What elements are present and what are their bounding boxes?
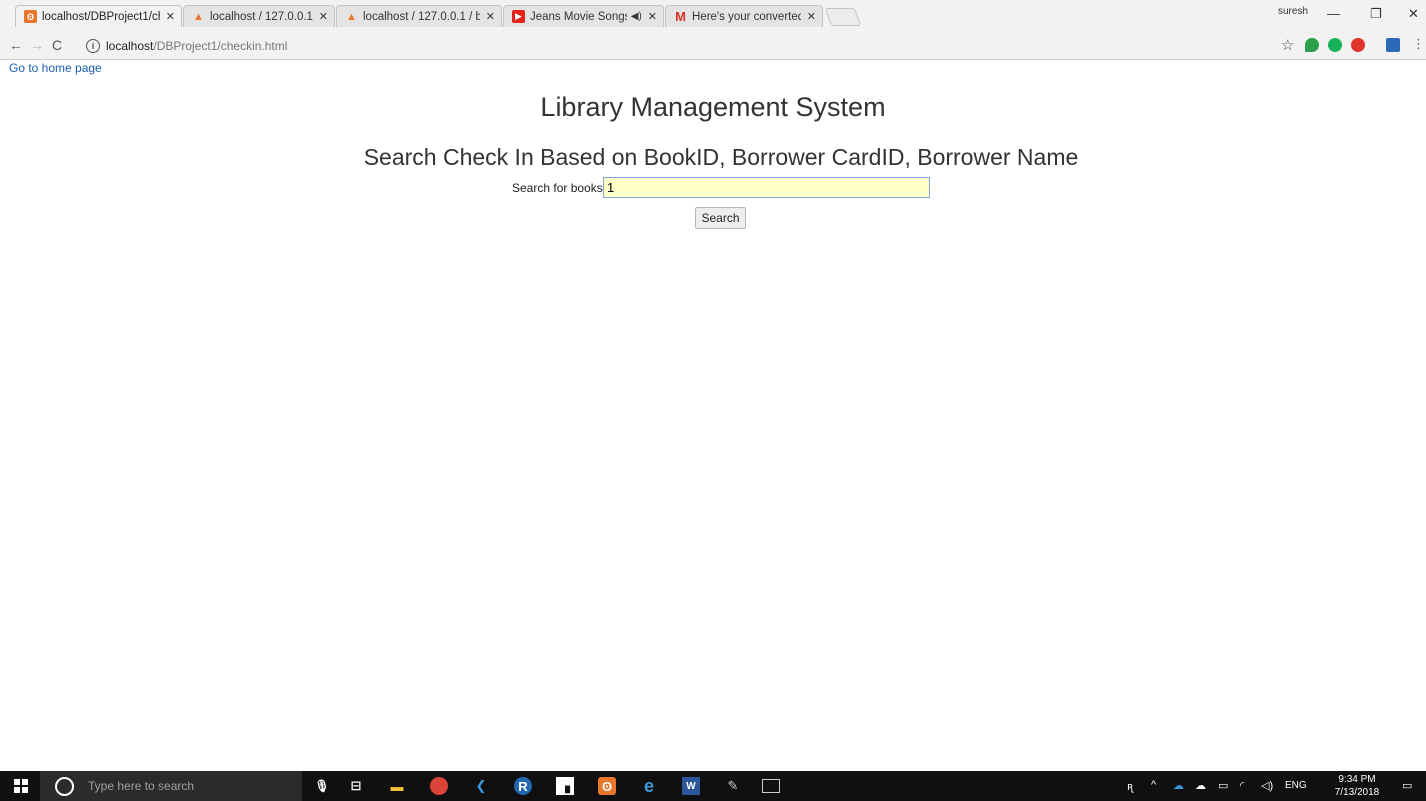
linkedin-extension-icon[interactable] [1386, 38, 1400, 52]
window-close-icon[interactable]: ✕ [1408, 6, 1419, 22]
tab-gmail[interactable]: M Here's your converted do ✕ [665, 5, 823, 27]
windows-taskbar: Type here to search 🎙 ⊟ ▬ ❮ R ▗ ʘ e W ✎ … [0, 771, 1426, 801]
tab-youtube[interactable]: ▶ Jeans Movie Songs || ◀) ✕ [503, 5, 664, 27]
browser-tab-strip: ʘ localhost/DBProject1/che ✕ ▲ localhost… [0, 0, 1426, 33]
browser-toolbar: ← → C i localhost /DBProject1/checkin.ht… [0, 33, 1426, 60]
address-bar[interactable]: i localhost /DBProject1/checkin.html [86, 36, 1262, 55]
profile-name[interactable]: suresh [1278, 6, 1308, 17]
close-icon[interactable]: ✕ [486, 10, 495, 23]
bookmark-star-icon[interactable]: ☆ [1281, 36, 1294, 54]
menu-kebab-icon[interactable]: ⋮ [1412, 36, 1425, 52]
adblock-extension-icon[interactable] [1351, 38, 1365, 52]
volume-icon[interactable]: ◁) [1261, 779, 1273, 792]
onedrive-personal-icon[interactable]: ☁ [1195, 779, 1206, 792]
tab-title: Jeans Movie Songs || [530, 10, 627, 23]
close-icon[interactable]: ✕ [807, 10, 816, 23]
tab-phpmyadmin-2[interactable]: ▲ localhost / 127.0.0.1 / bo ✕ [336, 5, 502, 27]
file-explorer-icon[interactable]: ▬ [388, 777, 406, 795]
language-indicator[interactable]: ENG [1285, 780, 1307, 791]
tab-checkin[interactable]: ʘ localhost/DBProject1/che ✕ [15, 5, 182, 27]
people-icon[interactable]: ꭆ [1127, 779, 1133, 794]
search-button[interactable]: Search [695, 207, 746, 229]
speaker-icon[interactable]: ◀) [631, 11, 642, 22]
terminal-icon[interactable] [762, 779, 780, 793]
reload-icon[interactable]: C [52, 37, 62, 53]
windows-start-icon[interactable] [14, 779, 28, 793]
task-view-icon[interactable]: ⊟ [347, 777, 365, 795]
action-center-icon[interactable]: ▭ [1402, 779, 1412, 792]
sticky-notes-icon[interactable]: ▗ [556, 777, 574, 795]
onedrive-icon[interactable]: ☁ [1173, 779, 1184, 792]
tab-title: localhost / 127.0.0.1 / bo [210, 10, 313, 23]
clock-date: 7/13/2018 [1334, 787, 1380, 798]
tab-title: Here's your converted do [692, 10, 801, 23]
page-title: Library Management System [540, 92, 886, 122]
back-arrow-icon[interactable]: ← [9, 37, 23, 53]
search-input[interactable] [603, 177, 930, 198]
clock-time: 9:34 PM [1338, 774, 1376, 785]
close-icon[interactable]: ✕ [648, 10, 657, 23]
phpmyadmin-favicon-icon: ▲ [193, 10, 204, 23]
search-label: Search for books: [512, 181, 607, 195]
show-hidden-icons-chevron-icon[interactable]: ^ [1151, 779, 1156, 791]
word-icon[interactable]: W [682, 777, 700, 795]
grammarly-extension-icon[interactable] [1328, 38, 1342, 52]
restore-icon[interactable]: ❐ [1370, 6, 1382, 22]
home-page-link[interactable]: Go to home page [9, 61, 102, 75]
taskbar-clock[interactable]: 9:34 PM 7/13/2018 [1332, 773, 1382, 799]
r-studio-icon[interactable]: R [514, 777, 532, 795]
address-path: /DBProject1/checkin.html [153, 38, 288, 53]
info-icon[interactable]: i [86, 38, 100, 53]
taskbar-search-box[interactable]: Type here to search [40, 771, 302, 801]
xampp-icon[interactable]: ʘ [598, 777, 616, 795]
vscode-icon[interactable]: ❮ [472, 777, 490, 795]
wifi-icon[interactable]: ◜ [1240, 779, 1244, 792]
tab-title: localhost / 127.0.0.1 / bo [363, 10, 480, 23]
hangouts-extension-icon[interactable] [1305, 38, 1319, 52]
close-icon[interactable]: ✕ [319, 10, 328, 23]
paint-icon[interactable]: ✎ [724, 777, 742, 795]
cortana-icon[interactable] [55, 776, 74, 796]
tab-phpmyadmin-1[interactable]: ▲ localhost / 127.0.0.1 / bo ✕ [183, 5, 335, 27]
edge-icon[interactable]: e [640, 776, 658, 796]
address-host: localhost [106, 38, 154, 53]
battery-icon[interactable]: ▭ [1218, 779, 1228, 792]
gmail-favicon-icon: M [675, 9, 686, 24]
chrome-icon[interactable] [430, 777, 448, 795]
page-subtitle: Search Check In Based on BookID, Borrowe… [363, 144, 1079, 170]
close-icon[interactable]: ✕ [166, 10, 175, 23]
minimize-icon[interactable]: — [1327, 6, 1340, 21]
phpmyadmin-favicon-icon: ▲ [346, 10, 357, 23]
tab-title: localhost/DBProject1/che [42, 10, 160, 23]
youtube-favicon-icon: ▶ [512, 10, 525, 23]
forward-arrow-icon[interactable]: → [30, 37, 44, 53]
xampp-favicon-icon: ʘ [24, 10, 37, 23]
new-tab-button[interactable] [824, 8, 862, 26]
taskbar-search-placeholder: Type here to search [88, 779, 195, 793]
microphone-icon[interactable]: 🎙 [313, 777, 331, 795]
